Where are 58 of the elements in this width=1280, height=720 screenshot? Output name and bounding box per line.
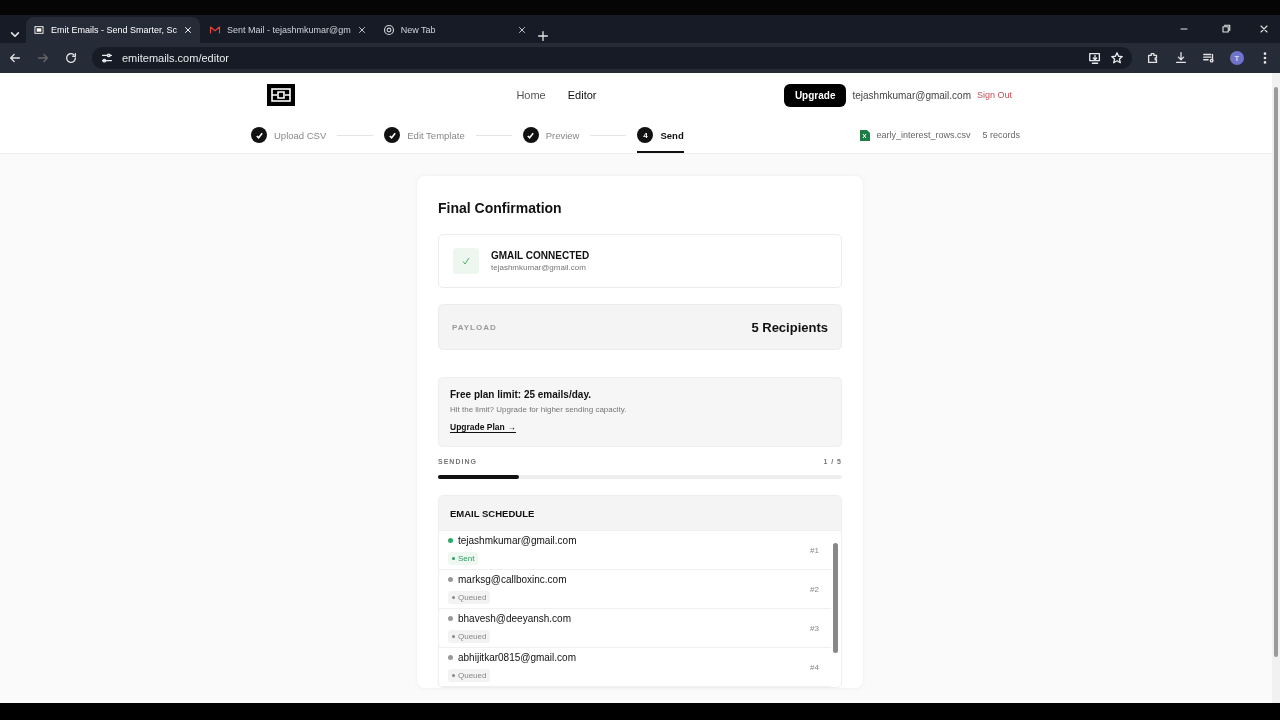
status-tag: Sent (448, 552, 479, 565)
limit-title: Free plan limit: 25 emails/day. (450, 389, 592, 400)
app-logo-icon (33, 24, 45, 36)
step-number: 4 (637, 127, 654, 143)
mail-icon (209, 24, 222, 36)
payload-label: PAYLOAD (452, 322, 497, 332)
status-tag: Queued (448, 669, 491, 682)
site-settings-icon[interactable] (100, 51, 114, 65)
status-tag: Queued (448, 630, 491, 643)
card-title: Final Confirmation (438, 200, 563, 216)
extensions-icon[interactable] (1146, 51, 1160, 65)
close-icon[interactable] (1258, 23, 1270, 35)
file-name: early_interest_rows.csv (876, 130, 971, 140)
browser-tab[interactable]: New Tab (375, 17, 534, 43)
user-email: tejashmkumar@gmail.com (852, 89, 971, 101)
record-count: 5 records (982, 130, 1020, 140)
queue-index: #4 (810, 662, 819, 672)
nav-link[interactable]: Home (516, 89, 546, 101)
upgrade-plan-link[interactable]: Upgrade Plan → (450, 422, 516, 433)
restore-icon[interactable] (1220, 23, 1232, 35)
download-icon[interactable] (1174, 51, 1188, 65)
page-scrollbar[interactable] (1272, 73, 1280, 703)
install-icon[interactable] (1088, 51, 1102, 65)
close-icon[interactable] (183, 25, 194, 35)
media-queue-icon[interactable] (1202, 51, 1216, 65)
back-icon[interactable] (8, 51, 22, 65)
connected-email: tejashmkumar@gmail.com (491, 263, 587, 272)
step-tab[interactable]: Edit Template (384, 117, 465, 153)
profile-avatar[interactable]: T (1230, 51, 1244, 65)
recipient-email: bhavesh@deeyansh.com (458, 613, 571, 624)
spreadsheet-icon (860, 129, 871, 141)
browser-tab[interactable]: Sent Mail - tejashmkumar@gm (202, 17, 374, 43)
queue-index: #2 (810, 584, 819, 594)
recipient-email: tejashmkumar@gmail.com (458, 535, 577, 546)
reload-icon[interactable] (64, 51, 78, 65)
address-bar[interactable]: emitemails.com/editor (92, 47, 1132, 69)
close-icon[interactable] (516, 25, 527, 35)
new-tab-icon[interactable] (535, 29, 550, 43)
queue-index: #1 (810, 545, 819, 555)
recipient-count: 5 Recipients (751, 319, 828, 335)
app-logo-icon[interactable] (267, 84, 295, 106)
schedule-title: EMAIL SCHEDULE (439, 496, 841, 531)
limit-text: Hit the limit? Upgrade for higher sending capacity. (450, 405, 628, 414)
bookmark-star-icon[interactable] (1110, 51, 1124, 65)
queue-index: #3 (810, 623, 819, 633)
recipient-email: marksg@callboxinc.com (458, 574, 567, 585)
upgrade-button[interactable]: Upgrade (783, 83, 847, 107)
check-icon (453, 248, 479, 274)
connection-status: GMAIL CONNECTED (491, 250, 590, 261)
step-tab[interactable]: Preview (522, 117, 580, 153)
status-tag: Queued (448, 591, 491, 604)
step-tab[interactable]: 4 Send (637, 117, 684, 153)
recipient-email: abhijitkar0815@gmail.com (458, 652, 576, 663)
step-tab[interactable]: Upload CSV (251, 117, 327, 153)
sign-out-link[interactable]: Sign Out (976, 90, 1012, 100)
browser-tab[interactable]: Emit Emails - Send Smarter, Sc (26, 17, 201, 43)
nav-link[interactable]: Editor (567, 89, 597, 101)
close-icon[interactable] (356, 25, 367, 35)
